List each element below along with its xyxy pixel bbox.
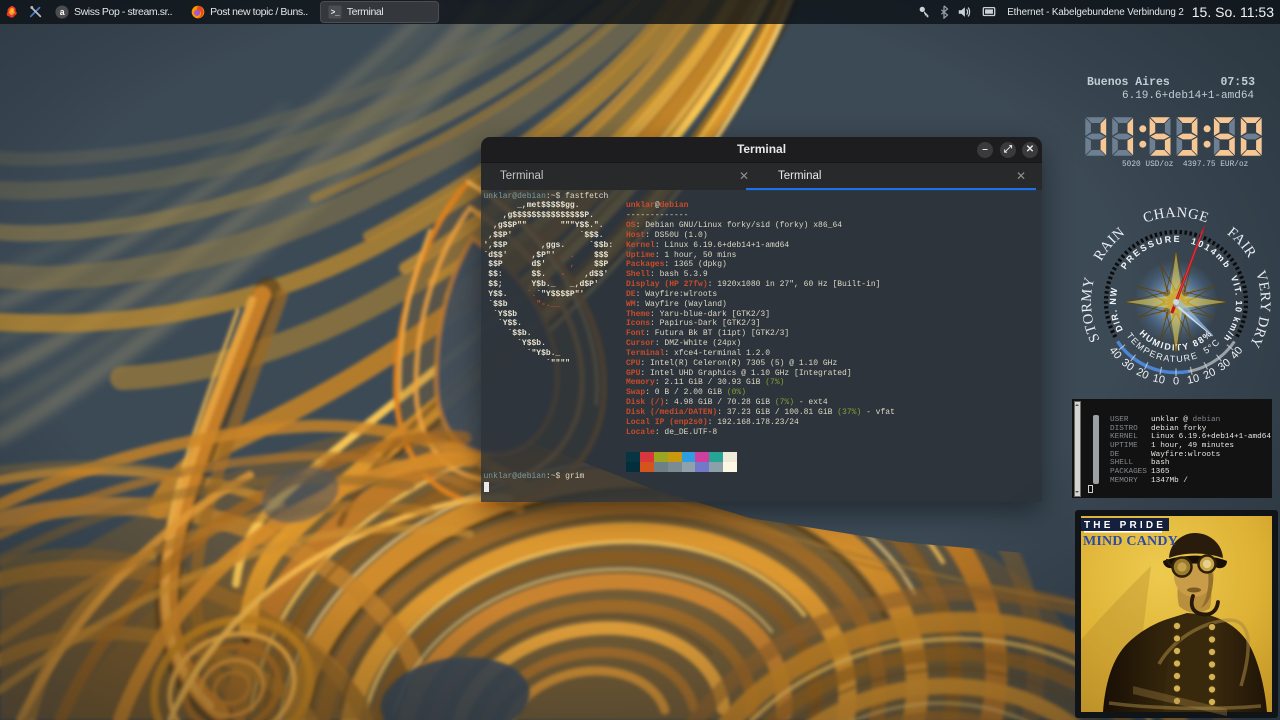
svg-text:STORMY: STORMY	[1079, 275, 1104, 344]
svg-text:MIND CANDY: MIND CANDY	[1083, 534, 1178, 549]
svg-text:10: 10	[1152, 372, 1167, 386]
svg-text:0: 0	[1173, 376, 1179, 388]
svg-text:>_: >_	[330, 9, 339, 18]
svg-text:VIT. 10 km/h: VIT. 10 km/h	[1221, 274, 1244, 344]
svg-text:CHANGE: CHANGE	[1141, 205, 1211, 227]
svg-text:RAIN: RAIN	[1091, 224, 1128, 263]
svg-text:10: 10	[1186, 372, 1201, 386]
svg-text:a: a	[60, 7, 65, 17]
svg-text:THE PRIDE: THE PRIDE	[1084, 520, 1166, 531]
svg-text:20: 20	[1202, 366, 1218, 382]
svg-text:VERY DRY: VERY DRY	[1246, 269, 1273, 351]
